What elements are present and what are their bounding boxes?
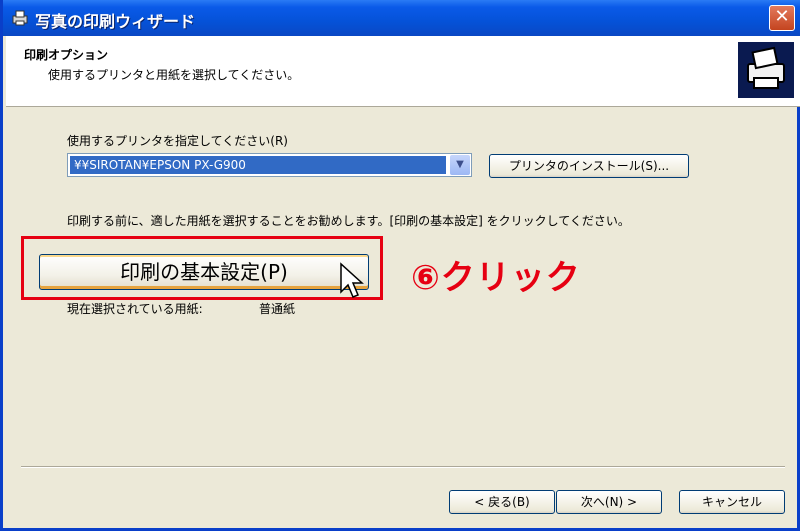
title-bar[interactable]: 写真の印刷ウィザード ✕ bbox=[3, 0, 800, 36]
window-title: 写真の印刷ウィザード bbox=[35, 12, 196, 31]
back-button[interactable]: < 戻る(B) bbox=[449, 490, 555, 514]
next-button[interactable]: 次へ(N) > bbox=[556, 490, 662, 514]
cursor-pointer-icon bbox=[340, 262, 364, 298]
printer-icon bbox=[738, 42, 794, 98]
page-title: 印刷オプション bbox=[24, 48, 109, 62]
instruction-text: 印刷する前に、適した用紙を選択することをお勧めします。[印刷の基本設定] をクリ… bbox=[67, 214, 630, 228]
annotation-click: ⑥クリック bbox=[411, 258, 581, 298]
install-printer-button[interactable]: プリンタのインストール(S)... bbox=[489, 154, 689, 178]
printer-selected-value: ¥¥SIROTAN¥EPSON PX-G900 bbox=[70, 156, 446, 174]
chevron-down-icon[interactable]: ▼ bbox=[450, 155, 470, 175]
close-button[interactable]: ✕ bbox=[769, 5, 795, 31]
highlight-box bbox=[21, 236, 383, 300]
cancel-button[interactable]: キャンセル bbox=[679, 490, 785, 514]
page-subtitle: 使用するプリンタと用紙を選択してください。 bbox=[48, 68, 300, 82]
print-wizard-window: 写真の印刷ウィザード ✕ 印刷オプション 使用するプリンタと用紙を選択してくださ… bbox=[0, 0, 800, 531]
printer-wizard-icon bbox=[12, 10, 28, 26]
printer-label: 使用するプリンタを指定してください(R) bbox=[67, 134, 288, 148]
wizard-header: 印刷オプション 使用するプリンタと用紙を選択してください。 bbox=[6, 36, 800, 107]
printer-select[interactable]: ¥¥SIROTAN¥EPSON PX-G900 ▼ bbox=[67, 153, 472, 177]
current-paper-value: 普通紙 bbox=[259, 302, 296, 316]
current-paper-label: 現在選択されている用紙: bbox=[67, 302, 203, 316]
footer-separator bbox=[21, 466, 785, 468]
